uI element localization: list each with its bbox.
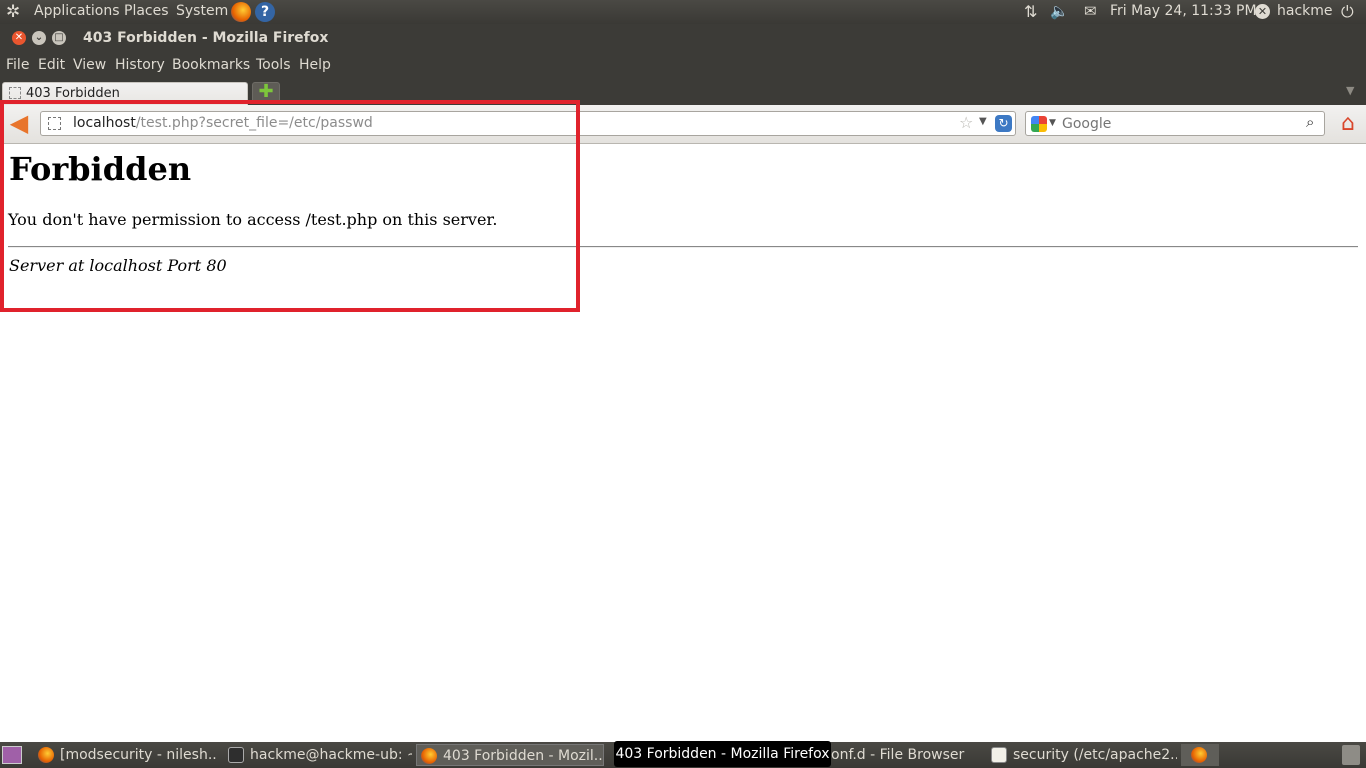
show-desktop-icon[interactable] [2,746,22,764]
menu-edit[interactable]: Edit [38,57,65,73]
mail-icon[interactable]: ✉ [1084,2,1097,20]
home-icon[interactable]: ⌂ [1336,112,1360,136]
reload-icon[interactable]: ↻ [995,115,1012,132]
volume-icon[interactable]: 🔈 [1050,2,1069,20]
bookmark-star-icon[interactable]: ☆ [959,113,973,132]
applications-menu[interactable]: Applications [34,3,120,19]
system-menu[interactable]: System [176,3,228,19]
menu-tools[interactable]: Tools [256,57,291,73]
new-tab-button[interactable]: ✚ [252,82,280,102]
user-status-icon[interactable]: ✕ [1255,4,1270,19]
menu-help[interactable]: Help [299,57,331,73]
tab-list-chevron-icon[interactable]: ▼ [1346,84,1354,97]
menu-bookmarks[interactable]: Bookmarks [172,57,250,73]
menu-view[interactable]: View [73,57,106,73]
search-engine-dropdown-icon[interactable]: ▼ [1049,118,1056,128]
search-magnifier-icon[interactable]: ⌕ [1306,113,1314,131]
firefox-icon [1191,747,1207,763]
url-history-dropdown-icon[interactable]: ▼ [979,116,987,127]
close-window-icon[interactable]: ✕ [12,31,26,45]
task-file-browser[interactable]: onf.d - File Browser [831,744,981,766]
search-bar[interactable]: ▼ ⌕ [1025,111,1325,136]
clock[interactable]: Fri May 24, 11:33 PM [1110,3,1257,19]
task-label: [modsecurity - nilesh... [60,747,218,763]
task-modsecurity-firefox[interactable]: [modsecurity - nilesh... [34,744,218,766]
task-text-editor[interactable]: security (/etc/apache2... [987,744,1177,766]
task-403-forbidden-firefox[interactable]: 403 Forbidden - Mozil... [416,744,604,766]
help-icon[interactable]: ? [255,2,275,22]
ubuntu-logo-icon[interactable]: ✲ [6,2,20,22]
task-label: security (/etc/apache2... [1013,747,1177,763]
menubar: File Edit View History Bookmarks Tools H… [0,52,1366,79]
task-firefox-extra[interactable] [1181,744,1219,766]
terminal-icon [228,747,244,763]
trash-icon[interactable] [1342,745,1360,765]
taskbar-tooltip: 403 Forbidden - Mozilla Firefox [614,741,831,767]
task-label: hackme@hackme-ub: ~ [250,747,412,763]
menu-history[interactable]: History [115,57,165,73]
task-label: onf.d - File Browser [831,747,965,763]
window-title: 403 Forbidden - Mozilla Firefox [83,30,329,46]
google-engine-icon[interactable] [1031,116,1047,132]
task-label: 403 Forbidden - Mozil... [443,748,604,764]
maximize-window-icon[interactable]: □ [52,31,66,45]
highlight-annotation-box [0,100,580,312]
minimize-window-icon[interactable]: ⌄ [32,31,46,45]
places-menu[interactable]: Places [124,3,169,19]
window-titlebar[interactable]: ✕ ⌄ □ 403 Forbidden - Mozilla Firefox [0,24,1366,52]
tab-label: 403 Forbidden [26,86,120,101]
menu-file[interactable]: File [6,57,29,73]
page-favicon-icon [9,87,21,99]
power-icon[interactable]: ⏻ [1341,2,1354,22]
task-terminal[interactable]: hackme@hackme-ub: ~ [224,744,412,766]
firefox-icon [421,748,437,764]
search-input[interactable] [1062,114,1302,133]
network-icon[interactable]: ⇅ [1024,2,1037,21]
firefox-icon [38,747,54,763]
text-editor-icon [991,747,1007,763]
user-name[interactable]: hackme [1277,3,1333,19]
firefox-launcher-icon[interactable] [231,2,251,22]
top-panel: ✲ Applications Places System ? ⇅ 🔈 ✉ Fri… [0,0,1366,24]
